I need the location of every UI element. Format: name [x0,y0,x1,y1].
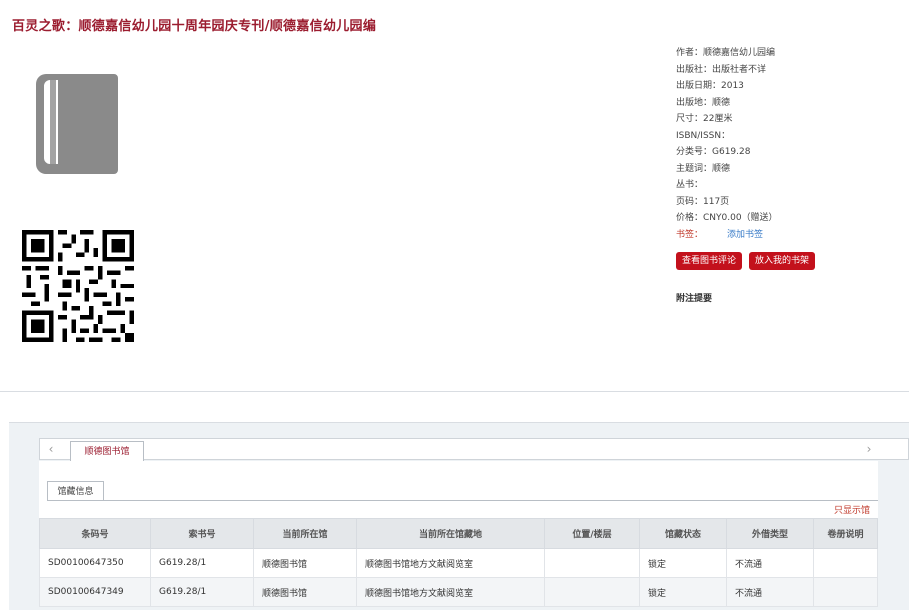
cell-library: 顺德图书馆 [253,577,357,607]
meta-series: 丛书： [676,180,704,190]
meta-author: 作者：顺德嘉信幼儿园编 [676,48,776,58]
holdings-table: 条码号 索书号 当前所在馆 当前所在馆藏地 位置/楼层 馆藏状态 外借类型 卷册… [39,518,878,607]
book-icon [36,74,118,174]
view-reviews-button[interactable]: 查看图书评论 [676,252,743,270]
cell-call-number: G619.28/1 [150,577,254,607]
col-barcode: 条码号 [39,518,151,549]
table-header-row: 条码号 索书号 当前所在馆 当前所在馆藏地 位置/楼层 馆藏状态 外借类型 卷册… [39,518,878,549]
col-status: 馆藏状态 [639,518,727,549]
divider [0,391,909,392]
meta-pages: 页码：117页 [676,196,730,207]
cell-call-number: G619.28/1 [150,548,254,578]
col-call-number: 索书号 [150,518,254,549]
subtab-divider [47,500,878,501]
cell-floor [544,577,640,607]
meta-size: 尺寸：22厘米 [676,114,733,124]
cell-status: 锁定 [639,548,727,578]
library-tab-bar [39,438,909,460]
action-buttons: 查看图书评论 放入我的书架 [676,248,822,270]
page-title: 百灵之歌：顺德嘉信幼儿园十周年园庆专刊/顺德嘉信幼儿园编 [12,19,377,34]
tag-label: 书签： [676,229,704,240]
meta-isbn: ISBN/ISSN： [676,130,731,141]
meta-pub-date: 出版日期：2013 [676,81,744,91]
add-tag-link[interactable]: 添加书签 [727,230,763,240]
chevron-right-icon[interactable]: › [858,438,880,460]
cell-barcode: SD00100647349 [39,577,151,607]
cell-loan-type: 不流通 [726,577,814,607]
qr-code-icon [22,230,134,342]
chevron-left-icon[interactable]: ‹ [40,438,62,460]
cell-status: 锁定 [639,577,727,607]
meta-publisher: 出版社：出版社者不详 [676,64,767,75]
table-row: SD00100647350 G619.28/1 顺德图书馆 顺德图书馆地方文献阅… [39,548,878,578]
cell-library: 顺德图书馆 [253,548,357,578]
meta-pub-place: 出版地：顺德 [676,97,731,108]
cell-location: 顺德图书馆地方文献阅览室 [356,548,545,578]
table-row: SD00100647349 G619.28/1 顺德图书馆 顺德图书馆地方文献阅… [39,577,878,607]
col-floor: 位置/楼层 [544,518,640,549]
tab-library[interactable]: 顺德图书馆 [70,441,144,461]
col-current-location: 当前所在馆藏地 [356,518,545,549]
meta-class-no: 分类号：G619.28 [676,147,751,157]
col-current-library: 当前所在馆 [253,518,357,549]
tab-holdings-info[interactable]: 馆藏信息 [47,481,104,501]
col-volume-note: 卷册说明 [813,518,878,549]
meta-subject: 主题词：顺德 [676,163,731,174]
cell-volume-note [813,577,878,607]
meta-tags: 书签： 添加书签 [676,227,778,244]
add-to-shelf-button[interactable]: 放入我的书架 [749,252,816,270]
book-metadata: 作者：顺德嘉信幼儿园编 出版社：出版社者不详 出版日期：2013 出版地：顺德 … [676,45,778,243]
cell-volume-note [813,548,878,578]
cell-barcode: SD00100647350 [39,548,151,578]
cell-floor [544,548,640,578]
notes-heading: 附注提要 [676,294,713,304]
cell-location: 顺德图书馆地方文献阅览室 [356,577,545,607]
meta-price: 价格：CNY0.00（赠送） [676,213,778,223]
only-show-link[interactable]: 只显示馆 [834,503,870,516]
cell-loan-type: 不流通 [726,548,814,578]
col-loan-type: 外借类型 [726,518,814,549]
